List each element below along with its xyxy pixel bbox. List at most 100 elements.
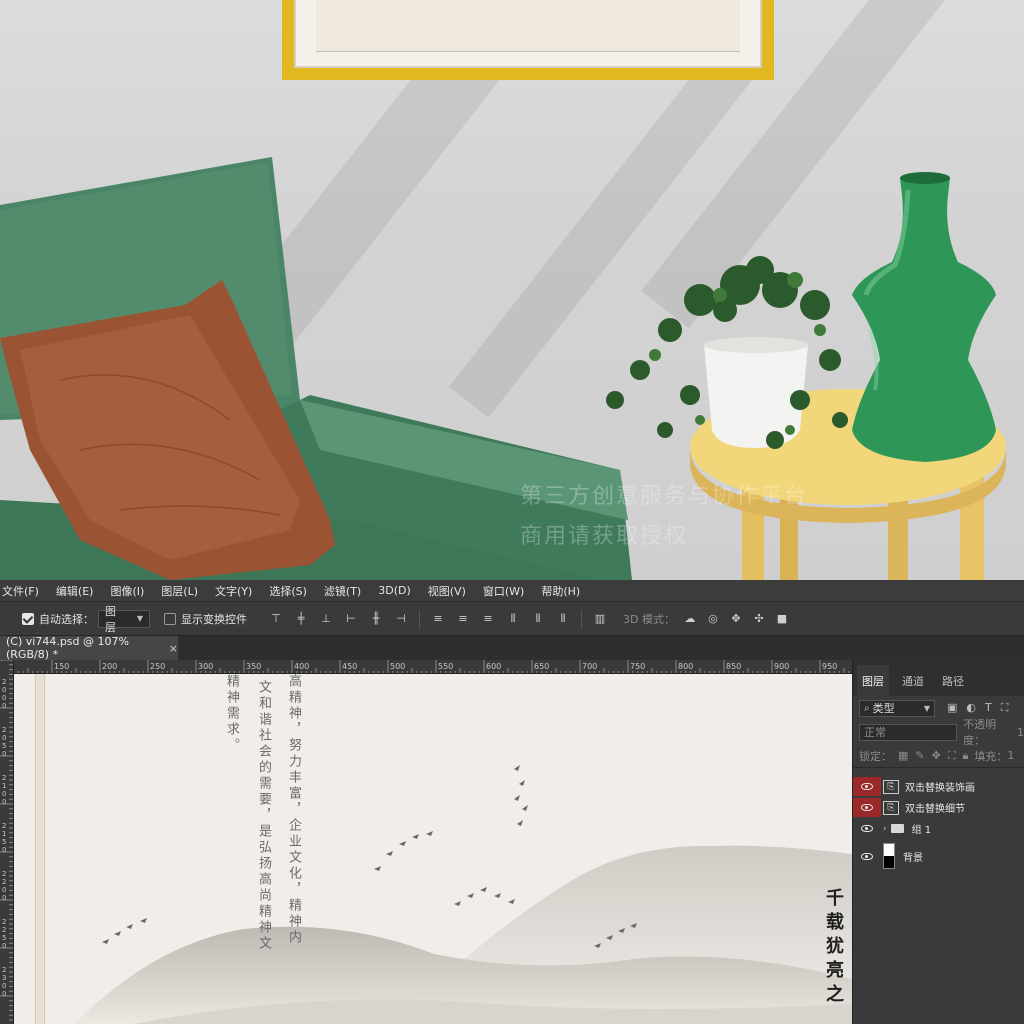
menu-edit[interactable]: 编辑(E) xyxy=(56,583,94,599)
align-left-icon[interactable]: ⊢ xyxy=(344,612,358,626)
menu-select[interactable]: 选择(S) xyxy=(269,583,307,599)
ruler-label: 2 xyxy=(2,966,6,974)
filter-shape-icon[interactable]: ⛶ xyxy=(1001,701,1009,715)
layer-name: 组 1 xyxy=(911,825,932,836)
filter-pixel-icon[interactable]: ▣ xyxy=(947,701,957,715)
menu-3d[interactable]: 3D(D) xyxy=(378,584,411,597)
chevron-right-icon[interactable]: › xyxy=(883,824,887,834)
auto-align-icon[interactable]: ▥ xyxy=(593,612,607,626)
layer-filter-dropdown[interactable]: ⌕ 类型 ▼ xyxy=(859,699,935,717)
opacity-label: 不透明度： xyxy=(963,718,997,747)
lock-position-icon[interactable]: ✥ xyxy=(932,749,941,763)
layer-row[interactable]: 背景 xyxy=(853,839,1024,873)
blend-mode-value: 正常 xyxy=(864,726,886,739)
align-buttons: ⊤ ╪ ⊥ ⊢ ╫ ⊣ ≡ ≡ ≡ ⦀ ⦀ ⦀ ▥ xyxy=(269,609,607,628)
ruler-label: 1 xyxy=(2,782,6,790)
ruler-label: 400 xyxy=(294,662,309,671)
menu-layer[interactable]: 图层(L) xyxy=(161,583,198,599)
distribute-vcenter-icon[interactable]: ≡ xyxy=(456,612,470,626)
tab-channels[interactable]: 通道 xyxy=(897,673,929,696)
visibility-toggle[interactable] xyxy=(853,819,881,838)
ruler-label: 600 xyxy=(486,662,501,671)
ruler-label: 0 xyxy=(2,694,6,702)
3d-orbit-icon[interactable]: ☁ xyxy=(683,612,697,626)
layer-row[interactable]: ⎘ 双击替换细节 xyxy=(853,797,1024,818)
ruler-label: 800 xyxy=(678,662,693,671)
close-icon[interactable]: × xyxy=(169,642,178,655)
align-bottom-icon[interactable]: ⊥ xyxy=(319,612,333,626)
ruler-label: 0 xyxy=(2,734,6,742)
ruler-label: 350 xyxy=(246,662,261,671)
visibility-toggle[interactable] xyxy=(853,847,881,866)
distribute-top-icon[interactable]: ≡ xyxy=(431,612,445,626)
menu-help[interactable]: 帮助(H) xyxy=(541,583,580,599)
layer-name: 背景 xyxy=(903,852,923,864)
document-tab[interactable]: (C) vi744.psd @ 107%(RGB/8) * × xyxy=(0,635,178,661)
smart-object-icon: ⎘ xyxy=(883,779,899,794)
3d-slide-icon[interactable]: ✣ xyxy=(752,612,766,626)
visibility-toggle[interactable] xyxy=(853,798,881,817)
layer-row[interactable]: ⎘ 双击替换装饰画 xyxy=(853,776,1024,797)
distribute-hcenter-icon[interactable]: ⦀ xyxy=(531,612,545,626)
layer-filter-value: 类型 xyxy=(872,702,895,715)
ruler-label: 0 xyxy=(2,702,6,710)
distribute-right-icon[interactable]: ⦀ xyxy=(556,612,570,626)
tab-layers[interactable]: 图层 xyxy=(857,665,889,696)
menu-type[interactable]: 文字(Y) xyxy=(215,583,252,599)
menu-bar: 文件(F) 编辑(E) 图像(I) 图层(L) 文字(Y) 选择(S) 滤镜(T… xyxy=(0,580,1024,602)
menu-file[interactable]: 文件(F) xyxy=(2,583,39,599)
chevron-down-icon: ▼ xyxy=(136,614,143,623)
layer-row[interactable]: › 组 1 xyxy=(853,818,1024,839)
auto-select-target-dropdown[interactable]: 图层 ▼ xyxy=(98,605,150,634)
eye-icon xyxy=(861,825,873,832)
show-transform-checkbox[interactable] xyxy=(164,612,176,625)
ruler-label: 5 xyxy=(2,838,6,846)
distribute-bottom-icon[interactable]: ≡ xyxy=(481,612,495,626)
ink-landscape xyxy=(74,765,852,1024)
align-top-icon[interactable]: ⊤ xyxy=(269,612,283,626)
fill-value[interactable]: 1 xyxy=(1007,749,1014,762)
3d-pan-icon[interactable]: ✥ xyxy=(729,612,743,626)
blend-mode-dropdown[interactable]: 正常 xyxy=(859,723,958,741)
ruler-label: 0 xyxy=(2,686,6,694)
calligraphy-text: 千载犹亮之 xyxy=(823,888,844,1008)
3d-roll-icon[interactable]: ◎ xyxy=(706,612,720,626)
lock-artboard-icon[interactable]: ⛶ xyxy=(948,749,956,763)
filter-adjustment-icon[interactable]: ◐ xyxy=(966,701,976,715)
visibility-toggle[interactable] xyxy=(853,777,881,796)
horizontal-ruler: 150 200 250 300 350 400 450 500 550 600 650 700 750 8… xyxy=(14,660,852,674)
auto-select-target-value: 图层 xyxy=(105,604,116,634)
lock-transparent-icon[interactable]: ▦ xyxy=(898,749,908,763)
menu-image[interactable]: 图像(I) xyxy=(110,583,144,599)
filter-type-icon[interactable]: T xyxy=(985,701,992,715)
ruler-label: 0 xyxy=(2,798,6,806)
document-canvas[interactable]: 精神需求。 文和谐社会的需要，是弘扬高尚精神文 高精神，努力丰富，企业文化，精神… xyxy=(14,674,852,1024)
menu-window[interactable]: 窗口(W) xyxy=(483,583,524,599)
3d-camera-icon[interactable]: ■ xyxy=(775,612,789,626)
menu-filter[interactable]: 滤镜(T) xyxy=(324,583,361,599)
menu-view[interactable]: 视图(V) xyxy=(428,583,466,599)
ruler-label: 550 xyxy=(438,662,453,671)
ruler-label: 700 xyxy=(582,662,597,671)
align-vcenter-icon[interactable]: ╪ xyxy=(294,612,308,626)
ruler-label: 2 xyxy=(2,726,6,734)
ruler-label: 5 xyxy=(2,934,6,942)
opacity-value[interactable]: 1 xyxy=(1017,726,1024,739)
folder-icon xyxy=(890,824,904,833)
align-right-icon[interactable]: ⊣ xyxy=(394,612,408,626)
lock-pixels-icon[interactable]: ✎ xyxy=(915,749,924,763)
show-transform-label: 显示变换控件 xyxy=(181,612,247,626)
ruler-label: 450 xyxy=(342,662,357,671)
ruler-label: 0 xyxy=(2,990,6,998)
canvas-text-column-1: 精神需求。 xyxy=(224,674,239,754)
auto-select-checkbox[interactable] xyxy=(22,612,34,625)
lock-all-icon[interactable]: 🔒︎ xyxy=(963,749,969,763)
canvas-text-column-2: 文和谐社会的需要，是弘扬高尚精神文 xyxy=(256,680,271,952)
ruler-label: 2 xyxy=(2,774,6,782)
watermark-text-2: 商用请获取授权 xyxy=(520,524,689,549)
align-hcenter-icon[interactable]: ╫ xyxy=(369,612,383,626)
tab-paths[interactable]: 路径 xyxy=(937,673,969,696)
scene-illustration xyxy=(0,157,1006,580)
ruler-label: 2 xyxy=(2,822,6,830)
distribute-left-icon[interactable]: ⦀ xyxy=(506,612,520,626)
